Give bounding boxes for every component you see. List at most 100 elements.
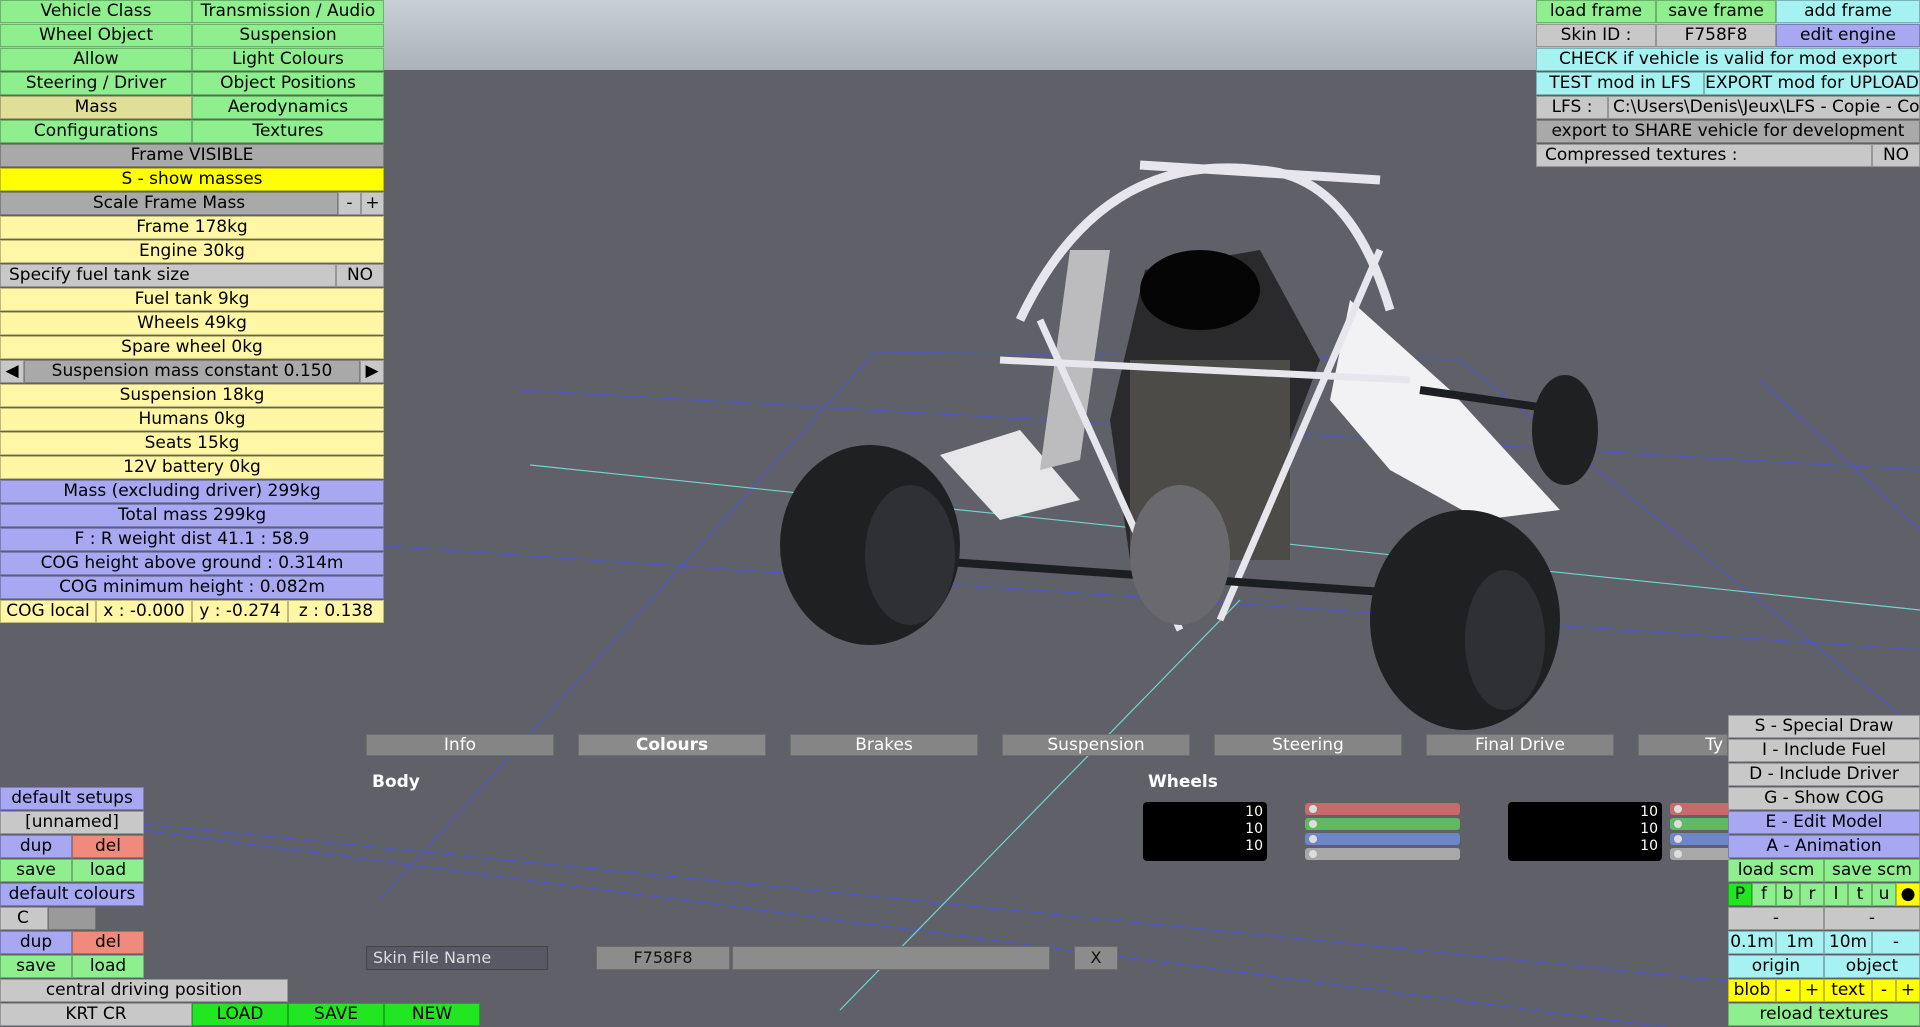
red-slider[interactable] <box>1305 803 1460 815</box>
vehicle-load-button[interactable]: LOAD <box>192 1003 288 1026</box>
load-scm-button[interactable]: load scm <box>1728 859 1824 882</box>
tab-colours[interactable]: Colours <box>578 734 766 756</box>
view-p-button[interactable]: P <box>1728 883 1752 906</box>
view-l-button[interactable]: l <box>1824 883 1848 906</box>
cog-local-x: x : -0.000 <box>96 600 192 623</box>
default-colours-button[interactable]: default colours <box>0 883 144 906</box>
colour-dup-button[interactable]: dup <box>0 931 72 954</box>
red-slider[interactable] <box>1670 803 1730 815</box>
animation-toggle[interactable]: A - Animation <box>1728 835 1920 858</box>
scale-10m-button[interactable]: 10m <box>1824 931 1872 954</box>
menu-aerodynamics[interactable]: Aerodynamics <box>192 96 384 119</box>
grey-slider[interactable] <box>1670 848 1730 860</box>
menu-wheel-object[interactable]: Wheel Object <box>0 24 192 47</box>
menu-object-positions[interactable]: Object Positions <box>192 72 384 95</box>
menu-suspension[interactable]: Suspension <box>192 24 384 47</box>
vehicle-save-button[interactable]: SAVE <box>288 1003 384 1026</box>
include-fuel-toggle[interactable]: I - Include Fuel <box>1728 739 1920 762</box>
reload-textures-button[interactable]: reload textures <box>1728 1003 1920 1026</box>
menu-allow[interactable]: Allow <box>0 48 192 71</box>
close-skin-file-button[interactable]: X <box>1074 946 1118 970</box>
green-slider[interactable] <box>1305 818 1460 830</box>
show-cog-toggle[interactable]: G - Show COG <box>1728 787 1920 810</box>
scale-frame-mass-plus[interactable]: + <box>361 192 384 215</box>
wheel-colour-values-1[interactable]: 10 10 10 <box>1143 802 1267 861</box>
lfs-path-field[interactable]: C:\Users\Denis\Jeux\LFS - Copie - Copie <box>1608 96 1920 119</box>
view-f-button[interactable]: f <box>1752 883 1776 906</box>
export-share-button[interactable]: export to SHARE vehicle for development <box>1536 120 1920 143</box>
check-valid-button[interactable]: CHECK if vehicle is valid for mod export <box>1536 48 1920 71</box>
blob-plus-button[interactable]: + <box>1800 979 1824 1002</box>
tab-brakes[interactable]: Brakes <box>790 734 978 756</box>
add-frame-button[interactable]: add frame <box>1776 0 1920 23</box>
menu-light-colours[interactable]: Light Colours <box>192 48 384 71</box>
tab-info[interactable]: Info <box>366 734 554 756</box>
edit-model-toggle[interactable]: E - Edit Model <box>1728 811 1920 834</box>
dot-icon[interactable]: ● <box>1896 883 1920 906</box>
menu-mass[interactable]: Mass <box>0 96 192 119</box>
view-t-button[interactable]: t <box>1848 883 1872 906</box>
include-driver-toggle[interactable]: D - Include Driver <box>1728 763 1920 786</box>
compressed-textures-toggle[interactable]: NO <box>1872 144 1920 167</box>
blue-slider[interactable] <box>1305 833 1460 845</box>
setup-del-button[interactable]: del <box>72 835 144 858</box>
menu-steering-driver[interactable]: Steering / Driver <box>0 72 192 95</box>
show-masses-toggle[interactable]: S - show masses <box>0 168 384 191</box>
scale-frame-mass-minus[interactable]: - <box>338 192 361 215</box>
tab-suspension[interactable]: Suspension <box>1002 734 1190 756</box>
view-u-button[interactable]: u <box>1872 883 1896 906</box>
edit-engine-button[interactable]: edit engine <box>1776 24 1920 47</box>
dash-button-right[interactable]: - <box>1824 907 1920 930</box>
fuel-tank-size-toggle[interactable]: NO <box>336 264 384 287</box>
setup-dup-button[interactable]: dup <box>0 835 72 858</box>
vehicle-name-field[interactable]: KRT CR <box>0 1003 192 1026</box>
suspension-constant-increase[interactable]: ▶ <box>360 360 384 383</box>
tab-steering[interactable]: Steering <box>1214 734 1402 756</box>
scale-0-1m-button[interactable]: 0.1m <box>1728 931 1776 954</box>
engine-mass: Engine 30kg <box>0 240 384 263</box>
export-mod-button[interactable]: EXPORT mod for UPLOAD <box>1704 72 1920 95</box>
save-frame-button[interactable]: save frame <box>1656 0 1776 23</box>
blue-slider[interactable] <box>1670 833 1730 845</box>
menu-vehicle-class[interactable]: Vehicle Class <box>0 0 192 23</box>
scale-minus-button[interactable]: - <box>1872 931 1920 954</box>
view-r-button[interactable]: r <box>1800 883 1824 906</box>
grey-slider[interactable] <box>1305 848 1460 860</box>
default-setups-button[interactable]: default setups <box>0 787 144 810</box>
wheel-colour-values-2[interactable]: 10 10 10 <box>1508 802 1662 861</box>
central-driving-position-toggle[interactable]: central driving position <box>0 979 288 1002</box>
setup-save-button[interactable]: save <box>0 859 72 882</box>
suspension-constant-decrease[interactable]: ◀ <box>0 360 24 383</box>
menu-transmission-audio[interactable]: Transmission / Audio <box>192 0 384 23</box>
object-button[interactable]: object <box>1824 955 1920 978</box>
wheels-label: Wheels <box>1148 772 1218 792</box>
vehicle-new-button[interactable]: NEW <box>384 1003 480 1026</box>
text-plus-button[interactable]: + <box>1896 979 1920 1002</box>
skin-file-name-input[interactable] <box>732 946 1050 970</box>
skin-file-name-value[interactable]: F758F8 <box>596 946 730 970</box>
tab-tyres[interactable]: Ty <box>1638 734 1728 756</box>
menu-textures[interactable]: Textures <box>192 120 384 143</box>
load-frame-button[interactable]: load frame <box>1536 0 1656 23</box>
view-b-button[interactable]: b <box>1776 883 1800 906</box>
text-minus-button[interactable]: - <box>1872 979 1896 1002</box>
colour-del-button[interactable]: del <box>72 931 144 954</box>
origin-button[interactable]: origin <box>1728 955 1824 978</box>
save-scm-button[interactable]: save scm <box>1824 859 1920 882</box>
special-draw-toggle[interactable]: S - Special Draw <box>1728 715 1920 738</box>
scale-1m-button[interactable]: 1m <box>1776 931 1824 954</box>
blob-minus-button[interactable]: - <box>1776 979 1800 1002</box>
dash-button-left[interactable]: - <box>1728 907 1824 930</box>
setup-load-button[interactable]: load <box>72 859 144 882</box>
colour-save-button[interactable]: save <box>0 955 72 978</box>
colour-load-button[interactable]: load <box>72 955 144 978</box>
colour-set-field[interactable] <box>48 907 96 930</box>
setup-name-field[interactable]: [unnamed] <box>0 811 144 834</box>
wheel-colour-value: 10 <box>1640 804 1658 820</box>
total-mass: Total mass 299kg <box>0 504 384 527</box>
green-slider[interactable] <box>1670 818 1730 830</box>
menu-configurations[interactable]: Configurations <box>0 120 192 143</box>
frame-visible-toggle[interactable]: Frame VISIBLE <box>0 144 384 167</box>
tab-final-drive[interactable]: Final Drive <box>1426 734 1614 756</box>
test-mod-button[interactable]: TEST mod in LFS <box>1536 72 1704 95</box>
